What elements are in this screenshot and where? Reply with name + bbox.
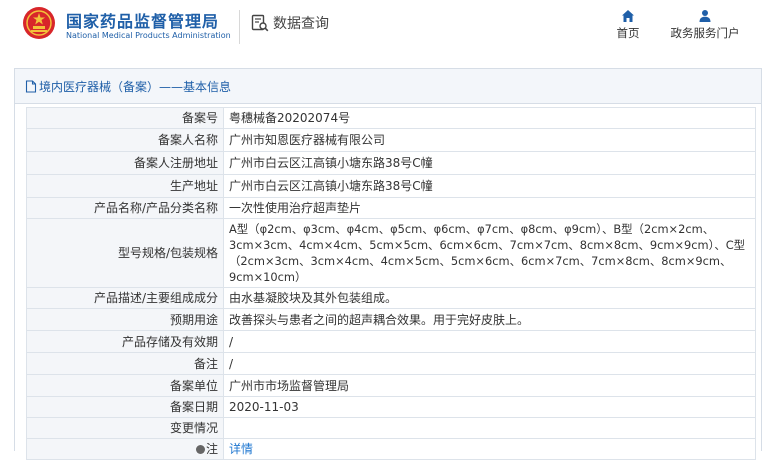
site-brand-english: National Medical Products Administration <box>66 31 231 40</box>
header-divider <box>239 10 240 44</box>
field-label: 型号规格/包装规格 <box>26 218 224 288</box>
data-query-label: 数据查询 <box>273 16 329 32</box>
field-value: 广州市市场监督管理局 <box>223 374 756 397</box>
field-label: 备案单位 <box>26 374 224 397</box>
table-row: 产品存储及有效期 / <box>26 330 756 353</box>
field-value: 由水基凝胶块及其外包装组成。 <box>223 287 756 309</box>
nav-service-portal[interactable]: 政务服务门户 <box>662 9 748 41</box>
field-label: 变更情况 <box>26 417 224 439</box>
field-label: 备案人注册地址 <box>26 151 224 175</box>
field-label: 注 <box>26 438 224 460</box>
field-value: 广州市白云区江高镇小塘东路38号C幢 <box>223 151 756 175</box>
field-value: 2020-11-03 <box>223 396 756 418</box>
field-value: 改善探头与患者之间的超声耦合效果。用于完好皮肤上。 <box>223 308 756 331</box>
nav-service-portal-label: 政务服务门户 <box>670 26 740 40</box>
panel-title: 境内医疗器械（备案）——基本信息 <box>39 79 232 94</box>
field-value: A型（φ2cm、φ3cm、φ4cm、φ5cm、φ6cm、φ7cm、φ8cm、φ9… <box>223 218 756 288</box>
field-label: 备案日期 <box>26 396 224 418</box>
details-link[interactable]: 详情 <box>229 442 253 456</box>
field-value: / <box>223 352 756 375</box>
data-query-title: 数据查询 <box>251 13 329 33</box>
field-value: 广州市白云区江高镇小塘东路38号C幢 <box>223 174 756 198</box>
table-row: 备案号 粤穗械备20202074号 <box>26 107 756 129</box>
field-label: 备案号 <box>26 107 224 129</box>
table-row: 备案人注册地址 广州市白云区江高镇小塘东路38号C幢 <box>26 151 756 175</box>
table-row: 生产地址 广州市白云区江高镇小塘东路38号C幢 <box>26 174 756 198</box>
panel-header: 境内医疗器械（备案）——基本信息 <box>15 69 761 104</box>
nav-home[interactable]: 首页 <box>611 9 645 41</box>
user-icon <box>699 10 711 22</box>
table-row: 预期用途 改善探头与患者之间的超声耦合效果。用于完好皮肤上。 <box>26 308 756 331</box>
field-value: / <box>223 330 756 353</box>
field-label: 生产地址 <box>26 174 224 198</box>
field-value: 一次性使用治疗超声垫片 <box>223 197 756 219</box>
table-row: 注 详情 <box>26 438 756 460</box>
table-row: 产品描述/主要组成成分 由水基凝胶块及其外包装组成。 <box>26 287 756 309</box>
field-label: 备案人名称 <box>26 128 224 152</box>
record-info-table: 备案号 粤穗械备20202074号 备案人名称 广州市知恩医疗器械有限公司 备案… <box>26 107 756 460</box>
table-row: 变更情况 <box>26 417 756 439</box>
nav-home-label: 首页 <box>616 26 640 40</box>
home-icon <box>622 10 634 22</box>
document-search-icon <box>251 14 269 32</box>
national-emblem-icon <box>23 7 55 39</box>
field-label: 备注 <box>26 352 224 375</box>
field-value: 粤穗械备20202074号 <box>223 107 756 129</box>
field-value: 详情 <box>223 438 756 460</box>
document-icon <box>25 79 37 93</box>
site-brand-name: 国家药品监督管理局 <box>66 12 220 31</box>
table-row: 产品名称/产品分类名称 一次性使用治疗超声垫片 <box>26 197 756 219</box>
table-row: 备案人名称 广州市知恩医疗器械有限公司 <box>26 128 756 152</box>
site-header: 国家药品监督管理局 National Medical Products Admi… <box>0 0 763 56</box>
field-label: 产品描述/主要组成成分 <box>26 287 224 309</box>
field-value <box>223 417 756 439</box>
table-row: 备案单位 广州市市场监督管理局 <box>26 374 756 397</box>
table-row: 备案日期 2020-11-03 <box>26 396 756 418</box>
location-pin-icon <box>195 445 205 454</box>
field-label: 产品存储及有效期 <box>26 330 224 353</box>
note-label: 注 <box>205 442 218 456</box>
field-label: 预期用途 <box>26 308 224 331</box>
table-row: 备注 / <box>26 352 756 375</box>
field-label: 产品名称/产品分类名称 <box>26 197 224 219</box>
table-row: 型号规格/包装规格 A型（φ2cm、φ3cm、φ4cm、φ5cm、φ6cm、φ7… <box>26 218 756 288</box>
field-value: 广州市知恩医疗器械有限公司 <box>223 128 756 152</box>
detail-panel: 境内医疗器械（备案）——基本信息 备案号 粤穗械备20202074号 备案人名称… <box>14 68 762 460</box>
